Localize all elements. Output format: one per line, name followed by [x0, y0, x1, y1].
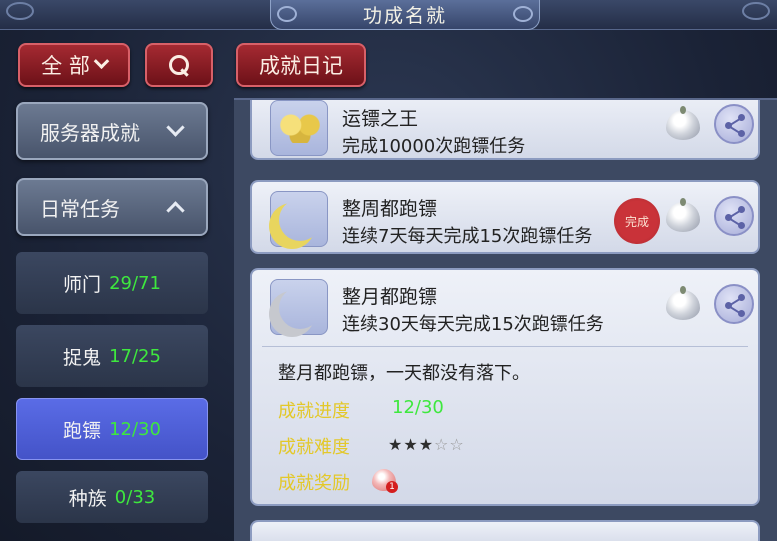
achievement-card[interactable]: 运镖之王 完成10000次跑镖任务 [250, 100, 760, 160]
category-server-achievements[interactable]: 服务器成就 [16, 102, 208, 160]
subcategory-label: 师门 [63, 273, 102, 296]
achievement-title: 整月都跑镖 [342, 286, 438, 308]
subcategory-label: 种族 [68, 487, 107, 510]
star-filled-icon: ★★★ [388, 435, 435, 454]
achievement-desc: 连续7天每天完成15次跑镖任务 [342, 226, 593, 247]
peach-reward-icon [666, 286, 700, 320]
achievement-card-expanded[interactable]: 整月都跑镖 连续30天每天完成15次跑镖任务 整月都跑镖，一天都没有落下。 成就… [250, 268, 760, 506]
achievement-card[interactable]: 整周都跑镖 连续7天每天完成15次跑镖任务 完成 [250, 180, 760, 254]
achievement-window: 功成名就 全 部 成就日记 服务器成就 日常任务 师门 29/71 捉鬼 17/… [0, 0, 777, 541]
subcategory-zhuogui[interactable]: 捉鬼 17/25 [16, 325, 208, 387]
crescent-moon-icon [279, 199, 321, 241]
title-ornament-right [513, 6, 533, 22]
achievement-card[interactable] [250, 520, 760, 541]
achievement-desc: 连续30天每天完成15次跑镖任务 [342, 314, 604, 335]
completed-seal-stamp: 完成 [614, 198, 660, 244]
title-plate: 功成名就 [270, 0, 540, 30]
title-bar: 功成名就 [0, 0, 777, 30]
achievement-icon-frame [270, 279, 328, 335]
chevron-down-icon [93, 52, 110, 69]
crescent-moon-icon [279, 287, 321, 329]
search-button[interactable] [145, 43, 213, 87]
filter-all-dropdown[interactable]: 全 部 [18, 43, 130, 87]
share-button[interactable] [714, 284, 754, 324]
subcategory-count: 12/30 [109, 418, 161, 440]
subcategory-shimen[interactable]: 师门 29/71 [16, 252, 208, 314]
category-daily-tasks[interactable]: 日常任务 [16, 178, 208, 236]
window-title: 功成名就 [362, 5, 447, 27]
achievement-icon-frame [270, 100, 328, 156]
difficulty-label: 成就难度 [278, 437, 350, 458]
achievement-list[interactable]: 运镖之王 完成10000次跑镖任务 整周都跑镖 连续7天每天完成15次跑镖任务 … [234, 98, 777, 541]
subcategory-count: 29/71 [109, 272, 161, 294]
chevron-down-icon [166, 118, 185, 137]
achievement-detail: 整月都跑镖，一天都没有落下。 成就进度 12/30 成就难度 ★★★☆☆ 成就奖… [262, 346, 748, 496]
filter-all-label: 全 部 [41, 54, 90, 78]
corner-ornament-left [6, 2, 34, 20]
peach-reward-icon [666, 198, 700, 232]
reward-label: 成就奖励 [278, 473, 350, 494]
subcategory-paobiao[interactable]: 跑镖 12/30 [16, 398, 208, 460]
detail-description: 整月都跑镖，一天都没有落下。 [278, 363, 530, 384]
chevron-up-icon [166, 201, 185, 220]
progress-value: 12/30 [392, 397, 444, 418]
title-ornament-left [277, 6, 297, 22]
achievement-desc: 完成10000次跑镖任务 [342, 136, 526, 157]
progress-label: 成就进度 [278, 401, 350, 422]
subcategory-label: 跑镖 [63, 419, 102, 442]
corner-ornament-right [742, 2, 770, 20]
subcategory-label: 捉鬼 [63, 346, 102, 369]
search-icon [168, 54, 190, 76]
subcategory-count: 0/33 [114, 486, 156, 508]
star-empty-icon: ☆☆ [434, 435, 465, 454]
achievement-diary-label: 成就日记 [259, 54, 343, 78]
gold-ingot-icon [277, 113, 323, 143]
share-button[interactable] [714, 104, 754, 144]
share-button[interactable] [714, 196, 754, 236]
achievement-icon-frame [270, 191, 328, 247]
category-label: 日常任务 [40, 196, 120, 221]
category-label: 服务器成就 [40, 120, 140, 145]
achievement-title: 运镖之王 [342, 108, 419, 130]
difficulty-stars: ★★★☆☆ [388, 435, 465, 454]
subcategory-zhongzu[interactable]: 种族 0/33 [16, 471, 208, 523]
achievement-title: 整周都跑镖 [342, 198, 438, 220]
peach-reward-icon [666, 106, 700, 140]
subcategory-count: 17/25 [109, 345, 161, 367]
reward-count-badge: 1 [386, 481, 398, 493]
achievement-diary-button[interactable]: 成就日记 [236, 43, 366, 87]
